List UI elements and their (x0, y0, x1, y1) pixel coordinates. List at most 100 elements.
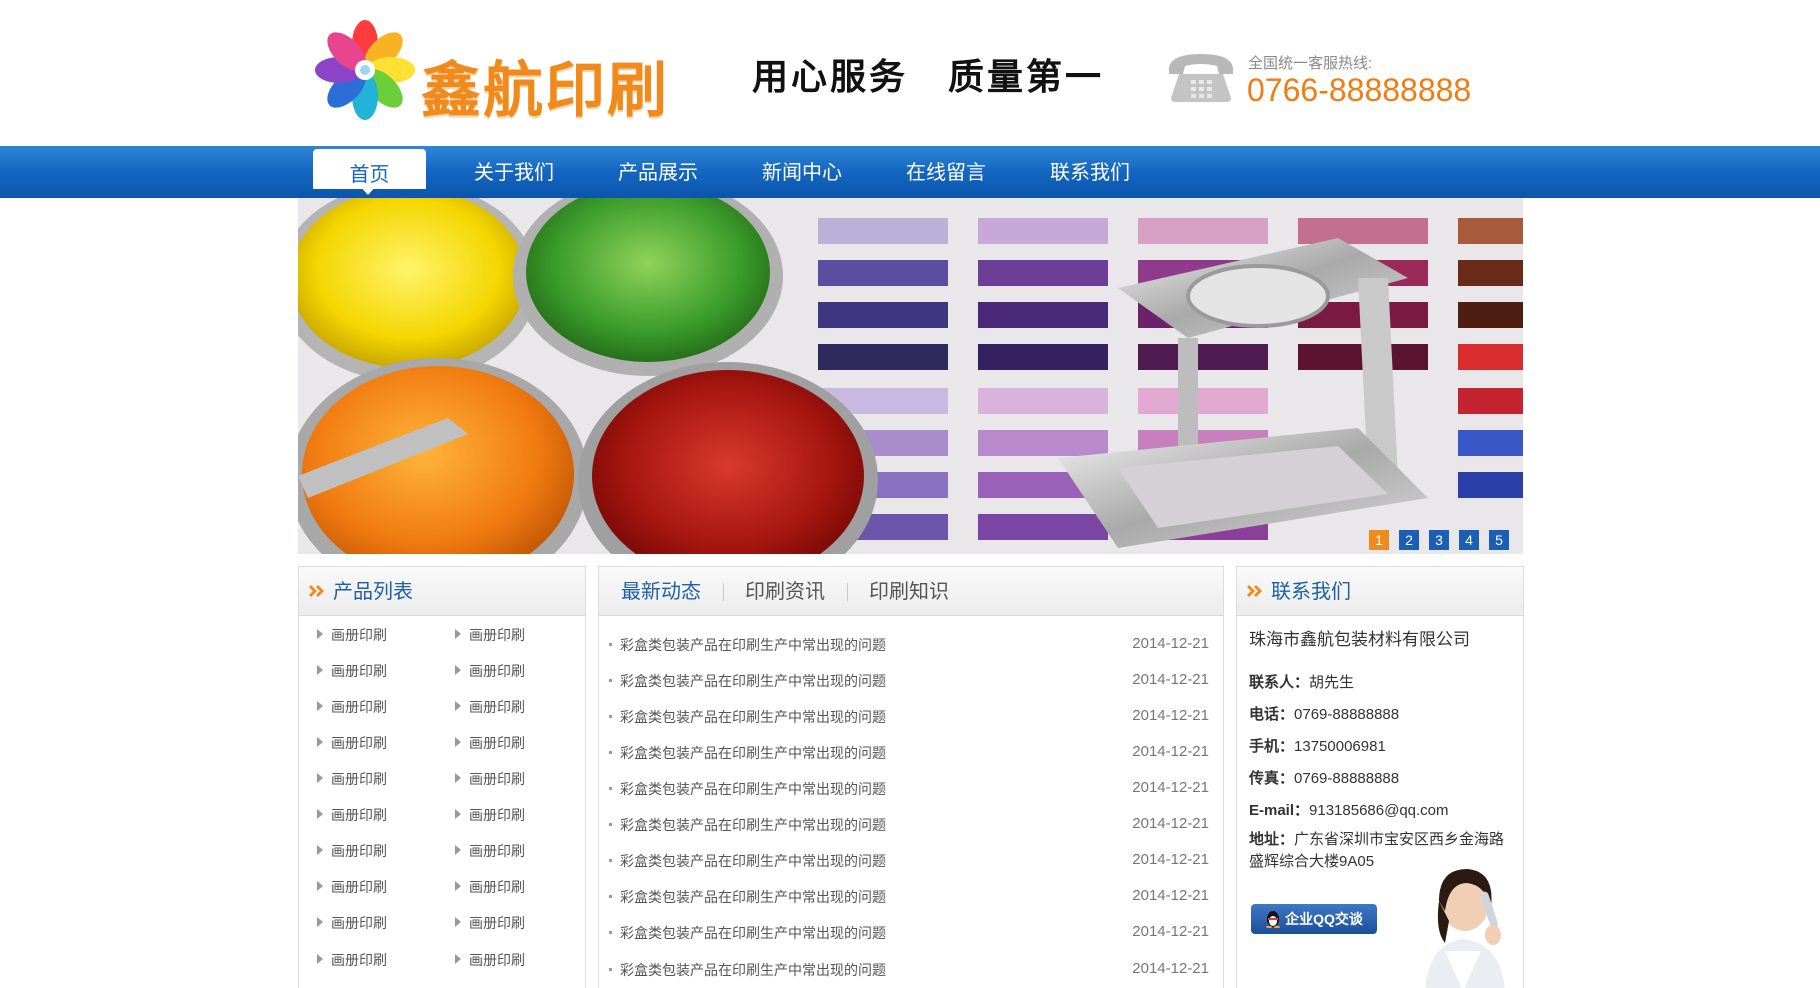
nav-item-home[interactable]: 首页 (313, 149, 426, 189)
nav-item-message[interactable]: 在线留言 (886, 146, 1006, 198)
triangle-bullet-icon (455, 737, 461, 747)
news-title: 彩盒类包装产品在印刷生产中常出现的问题 (620, 925, 886, 941)
news-item[interactable]: 彩盒类包装产品在印刷生产中常出现的问题 2014-12-21 (609, 960, 1209, 982)
product-item-label: 画册印刷 (331, 879, 387, 895)
tab-latest-news[interactable]: 最新动态 (621, 567, 701, 615)
triangle-bullet-icon (455, 845, 461, 855)
product-item[interactable]: 画册印刷 (455, 769, 575, 789)
product-item[interactable]: 画册印刷 (317, 950, 437, 970)
news-item[interactable]: 彩盒类包装产品在印刷生产中常出现的问题 2014-12-21 (609, 923, 1209, 945)
bullet-dot-icon (609, 751, 612, 754)
slide-dot-5[interactable]: 5 (1489, 530, 1509, 550)
product-item[interactable]: 画册印刷 (455, 805, 575, 825)
slide-dot-1[interactable]: 1 (1369, 530, 1389, 550)
news-tabs: 最新动态 印刷资讯 印刷知识 (599, 567, 1223, 616)
contact-label: E-mail： (1249, 802, 1310, 819)
tab-divider (723, 583, 724, 601)
site-logo[interactable]: 鑫航印刷 (313, 18, 667, 126)
product-item-label: 画册印刷 (469, 663, 525, 679)
nav-active-pointer (360, 186, 376, 195)
nav-item-about[interactable]: 关于我们 (454, 146, 574, 198)
product-list-title: 产品列表 (333, 579, 413, 603)
news-item[interactable]: 彩盒类包装产品在印刷生产中常出现的问题 2014-12-21 (609, 671, 1209, 693)
triangle-bullet-icon (455, 629, 461, 639)
product-item[interactable]: 画册印刷 (317, 769, 437, 789)
news-date: 2014-12-21 (1132, 851, 1209, 868)
tab-printing-info[interactable]: 印刷资讯 (745, 567, 825, 615)
news-item[interactable]: 彩盒类包装产品在印刷生产中常出现的问题 2014-12-21 (609, 851, 1209, 873)
tab-printing-knowledge[interactable]: 印刷知识 (869, 567, 949, 615)
product-item-label: 画册印刷 (331, 663, 387, 679)
double-arrow-icon (1247, 585, 1262, 597)
company-name: 珠海市鑫航包装材料有限公司 (1249, 630, 1470, 649)
product-item[interactable]: 画册印刷 (317, 877, 437, 897)
slogan: 用心服务 质量第一 (752, 48, 1104, 100)
news-title: 彩盒类包装产品在印刷生产中常出现的问题 (620, 781, 886, 797)
news-title: 彩盒类包装产品在印刷生产中常出现的问题 (620, 962, 886, 978)
bullet-dot-icon (609, 715, 612, 718)
product-item-label: 画册印刷 (469, 915, 525, 931)
nav-item-products[interactable]: 产品展示 (598, 146, 718, 198)
product-item-label: 画册印刷 (331, 771, 387, 787)
logo-text: 鑫航印刷 (421, 56, 669, 126)
product-item-label: 画册印刷 (469, 879, 525, 895)
contact-label: 电话： (1249, 706, 1295, 723)
product-item[interactable]: 画册印刷 (455, 913, 575, 933)
product-item[interactable]: 画册印刷 (317, 697, 437, 717)
bullet-dot-icon (609, 679, 612, 682)
triangle-bullet-icon (317, 954, 323, 964)
triangle-bullet-icon (317, 665, 323, 675)
contact-mobile: 手机：13750006981 (1249, 735, 1386, 756)
product-item[interactable]: 画册印刷 (317, 841, 437, 861)
contact-value: 913185686@qq.com (1309, 802, 1449, 819)
product-item[interactable]: 画册印刷 (455, 625, 575, 645)
news-item[interactable]: 彩盒类包装产品在印刷生产中常出现的问题 2014-12-21 (609, 887, 1209, 909)
triangle-bullet-icon (317, 629, 323, 639)
contact-label: 传真： (1249, 770, 1295, 787)
product-item[interactable]: 画册印刷 (317, 913, 437, 933)
product-item-label: 画册印刷 (331, 699, 387, 715)
contact-person: 联系人：胡先生 (1249, 671, 1354, 692)
product-item[interactable]: 画册印刷 (317, 625, 437, 645)
product-item[interactable]: 画册印刷 (317, 661, 437, 681)
news-date: 2014-12-21 (1132, 815, 1209, 832)
slide-dot-4[interactable]: 4 (1459, 530, 1479, 550)
product-item-label: 画册印刷 (469, 699, 525, 715)
product-item[interactable]: 画册印刷 (455, 950, 575, 970)
news-item[interactable]: 彩盒类包装产品在印刷生产中常出现的问题 2014-12-21 (609, 635, 1209, 657)
product-item[interactable]: 画册印刷 (455, 661, 575, 681)
news-item[interactable]: 彩盒类包装产品在印刷生产中常出现的问题 2014-12-21 (609, 743, 1209, 765)
qq-chat-button[interactable]: 企业QQ交谈 (1251, 904, 1377, 934)
slide-dot-2[interactable]: 2 (1399, 530, 1419, 550)
product-item[interactable]: 画册印刷 (455, 733, 575, 753)
news-item[interactable]: 彩盒类包装产品在印刷生产中常出现的问题 2014-12-21 (609, 779, 1209, 801)
product-item-label: 画册印刷 (469, 843, 525, 859)
product-item[interactable]: 画册印刷 (455, 697, 575, 717)
product-item-label: 画册印刷 (469, 952, 525, 968)
news-title: 彩盒类包装产品在印刷生产中常出现的问题 (620, 853, 886, 869)
product-item[interactable]: 画册印刷 (455, 841, 575, 861)
product-item-label: 画册印刷 (331, 915, 387, 931)
tab-divider (847, 583, 848, 601)
news-item[interactable]: 彩盒类包装产品在印刷生产中常出现的问题 2014-12-21 (609, 707, 1209, 729)
triangle-bullet-icon (455, 954, 461, 964)
triangle-bullet-icon (455, 665, 461, 675)
news-date: 2014-12-21 (1132, 960, 1209, 977)
news-date: 2014-12-21 (1132, 671, 1209, 688)
triangle-bullet-icon (455, 773, 461, 783)
nav-item-contact[interactable]: 联系我们 (1030, 146, 1150, 198)
product-item[interactable]: 画册印刷 (317, 805, 437, 825)
banner-slider[interactable]: 1 2 3 4 5 (298, 198, 1523, 554)
product-item[interactable]: 画册印刷 (455, 877, 575, 897)
product-item[interactable]: 画册印刷 (317, 733, 437, 753)
bullet-dot-icon (609, 643, 612, 646)
product-item-label: 画册印刷 (331, 843, 387, 859)
nav-item-news[interactable]: 新闻中心 (742, 146, 862, 198)
contact-value: 胡先生 (1309, 674, 1355, 691)
page: 鑫航印刷 用心服务 质量第一 全国统一客服热线: 0766-88888888 首页… (0, 0, 1820, 988)
contact-phone: 电话：0769-88888888 (1249, 703, 1399, 724)
slide-dot-3[interactable]: 3 (1429, 530, 1449, 550)
news-item[interactable]: 彩盒类包装产品在印刷生产中常出现的问题 2014-12-21 (609, 815, 1209, 837)
contact-value: 0769-88888888 (1294, 770, 1400, 787)
product-list-panel: 产品列表 画册印刷 画册印刷 画册印刷 画册印刷 画册印刷 画册印刷 画册印刷 … (298, 566, 586, 988)
